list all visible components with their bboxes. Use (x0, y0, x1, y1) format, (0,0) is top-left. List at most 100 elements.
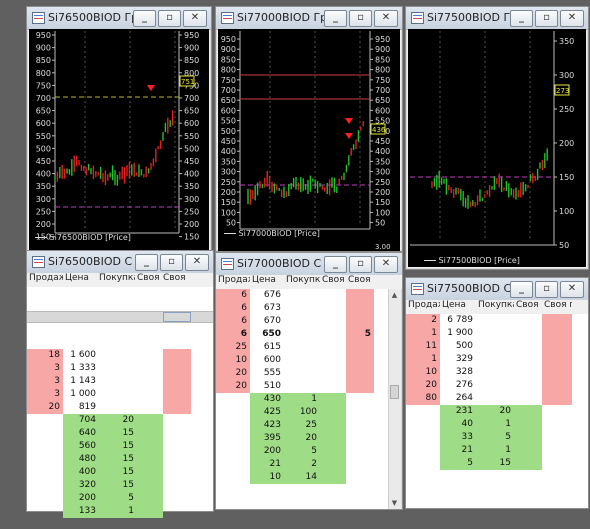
col-header-price[interactable]: Цена (440, 300, 476, 314)
table-row[interactable]: 1 329 (406, 353, 588, 366)
chart-window-si77000[interactable]: Si77000BIOD Гр _ ▫ ✕ 950 900 850 800 750 700 6… (215, 6, 403, 252)
minimize-button[interactable]: _ (324, 256, 347, 273)
table-row[interactable]: 6 673 (216, 302, 389, 315)
table-row[interactable]: 6 676 (216, 289, 389, 302)
price-chart[interactable]: 9509008508007507006506005505004504003503… (29, 29, 209, 255)
scroll-down-arrow-icon[interactable]: ▼ (389, 497, 400, 509)
close-button[interactable]: ✕ (560, 10, 584, 27)
close-button[interactable]: ✕ (560, 281, 584, 298)
table-row[interactable]: 704 20 (27, 414, 213, 427)
table-row[interactable]: 20 276 (406, 379, 588, 392)
table-row[interactable]: 18 1 600 (27, 349, 213, 362)
table-row[interactable]: 20 819 (27, 401, 213, 414)
table-row[interactable]: 423 25 (216, 419, 389, 432)
minimize-button[interactable]: _ (135, 254, 158, 271)
col-header-sell[interactable]: Продаж (27, 273, 63, 287)
close-button[interactable]: ✕ (183, 10, 207, 27)
restore-button[interactable]: ▫ (158, 10, 181, 27)
close-button[interactable]: ✕ (374, 256, 398, 273)
table-row[interactable]: 480 15 (27, 453, 213, 466)
scroll-up-arrow-icon[interactable]: ▲ (389, 289, 400, 301)
table-row[interactable]: 200 5 (216, 445, 389, 458)
col-header-own-1[interactable]: Своя п (135, 273, 161, 287)
restore-button[interactable]: ▫ (160, 254, 183, 271)
col-header-own-2[interactable]: Своя п (161, 273, 189, 287)
table-row[interactable]: 1 1 900 (406, 327, 588, 340)
table-row[interactable]: 21 2 (216, 458, 389, 471)
col-header-own-1[interactable]: Своя п (320, 275, 346, 289)
col-header-own-1[interactable]: Своя п (514, 300, 542, 314)
table-row[interactable]: 6 650 5 (216, 328, 389, 341)
table-row[interactable]: 640 15 (27, 427, 213, 440)
scroll-thumb[interactable] (390, 385, 399, 399)
table-row[interactable]: 25 615 (216, 341, 389, 354)
orderbook-grid[interactable]: 26 789 1 1 900 11 500 1 329 10 328 20 276 80 264 231 2… (406, 314, 588, 508)
table-row[interactable]: 3 1 000 (27, 388, 213, 401)
orderbook-window-si76500[interactable]: Si76500BIOD C _ ▫ ✕ Продаж Цена Покупка … (26, 250, 214, 518)
table-row[interactable]: 133 1 (27, 505, 213, 518)
restore-button[interactable]: ▫ (349, 10, 372, 27)
table-row[interactable]: 3 1 143 (27, 375, 213, 388)
col-header-buy[interactable]: Покупка (476, 300, 514, 314)
table-row[interactable]: 10 328 (406, 366, 588, 379)
price-chart[interactable]: 9509008508007507006506005505004504003503… (218, 29, 400, 251)
chart-window-si76500[interactable]: Si76500BIOD Гр _ ▫ ✕ 950 900 850 800 750 700 6… (26, 6, 212, 258)
table-row[interactable]: 3 1 333 (27, 362, 213, 375)
table-row[interactable]: 33 5 (406, 431, 588, 444)
cell-own-2 (542, 444, 572, 457)
title-bar[interactable]: Si76500BIOD Гр _ ▫ ✕ (27, 7, 211, 30)
col-header-buy[interactable]: Покупка (97, 273, 135, 287)
table-row[interactable]: 6 670 (216, 315, 389, 328)
restore-button[interactable]: ▫ (535, 281, 558, 298)
tick-label-left: 450 (221, 137, 236, 146)
minimize-button[interactable]: _ (133, 10, 156, 27)
orderbook-window-si77000[interactable]: Si77000BIOD C _ ▫ ✕ Продаж Цена Покупка … (215, 252, 403, 510)
selection-cell[interactable] (163, 312, 191, 322)
minimize-button[interactable]: _ (510, 10, 533, 27)
col-header-price[interactable]: Цена (250, 275, 284, 289)
table-row[interactable]: 395 20 (216, 432, 389, 445)
table-row[interactable]: 11 500 (406, 340, 588, 353)
title-bar[interactable]: Si77500BIOD Гр _ ▫ ✕ (406, 7, 588, 30)
cell-price: 33 (440, 431, 476, 444)
table-row[interactable]: 21 1 (406, 444, 588, 457)
table-row[interactable]: 80 264 (406, 392, 588, 405)
price-chart[interactable]: 350 300 250 200 150 100 50 273 Si77500BIOD [Pri… (408, 29, 586, 267)
orderbook-window-si77500[interactable]: Si77500BIOD C _ ▫ ✕ Продаж Цена Покупка … (405, 277, 589, 509)
minimize-button[interactable]: _ (324, 10, 347, 27)
close-button[interactable]: ✕ (374, 10, 398, 27)
table-row[interactable]: 10 14 (216, 471, 389, 484)
table-row[interactable]: 430 1 (216, 393, 389, 406)
orderbook-grid[interactable]: 6 676 6 673 6 670 6 650 5 25 615 10 600 20 555 20 510 430… (216, 289, 389, 509)
col-header-sell[interactable]: Продаж (216, 275, 250, 289)
table-row[interactable]: 40 1 (406, 418, 588, 431)
col-header-own-2[interactable]: Своя п (346, 275, 374, 289)
title-bar[interactable]: Si77000BIOD C _ ▫ ✕ (216, 253, 402, 276)
table-row[interactable]: 20 510 (216, 380, 389, 393)
col-header-sell[interactable]: Продаж (406, 300, 440, 314)
cell-own-1 (320, 315, 346, 328)
table-row[interactable]: 20 555 (216, 367, 389, 380)
title-bar[interactable]: Si76500BIOD C _ ▫ ✕ (27, 251, 213, 274)
orderbook-grid[interactable]: 18 1 600 3 1 333 3 1 143 3 1 000 20 819 704 20 640 15… (27, 287, 213, 518)
chart-window-si77500[interactable]: Si77500BIOD Гр _ ▫ ✕ 350 300 250 200 150 100 5… (405, 6, 589, 270)
title-bar[interactable]: Si77000BIOD Гр _ ▫ ✕ (216, 7, 402, 30)
table-row[interactable]: 400 15 (27, 466, 213, 479)
title-bar[interactable]: Si77500BIOD C _ ▫ ✕ (406, 278, 588, 301)
vertical-scrollbar[interactable]: ▲ ▼ (388, 289, 401, 509)
col-header-price[interactable]: Цена (63, 273, 97, 287)
table-row[interactable]: 560 15 (27, 440, 213, 453)
table-row[interactable]: 200 5 (27, 492, 213, 505)
table-row[interactable]: 10 600 (216, 354, 389, 367)
restore-button[interactable]: ▫ (349, 256, 372, 273)
col-header-own-2[interactable]: Своя п (542, 300, 572, 314)
table-row[interactable]: 231 20 (406, 405, 588, 418)
table-row[interactable]: 320 15 (27, 479, 213, 492)
col-header-buy[interactable]: Покупка (284, 275, 320, 289)
table-row[interactable]: 5 15 (406, 457, 588, 470)
table-row[interactable]: 425 100 (216, 406, 389, 419)
table-row[interactable]: 2 6 789 (406, 314, 588, 327)
restore-button[interactable]: ▫ (535, 10, 558, 27)
minimize-button[interactable]: _ (510, 281, 533, 298)
close-button[interactable]: ✕ (185, 254, 209, 271)
